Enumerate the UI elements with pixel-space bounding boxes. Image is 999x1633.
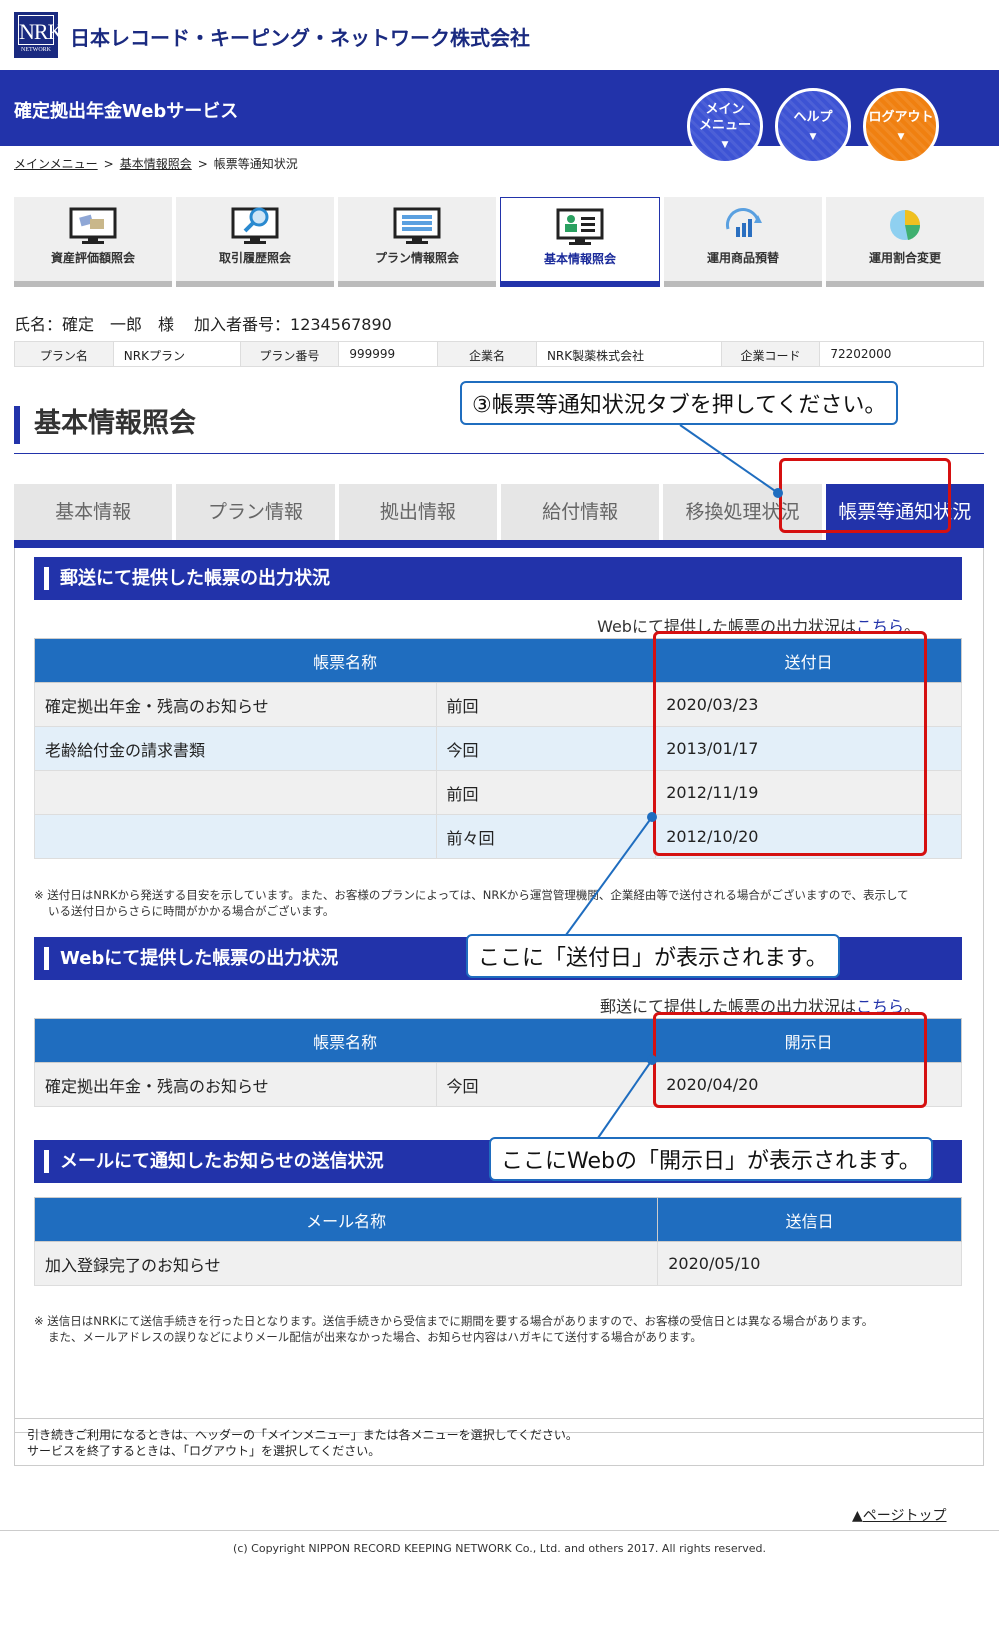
footer-notice: 引き続きご利用になるときは、ヘッダーの「メインメニュー」または各メニューを選択し…	[14, 1418, 984, 1466]
highlight-tab	[779, 458, 951, 533]
page-top-link[interactable]: ページトップ	[863, 1508, 947, 1524]
triangle-up-icon: ▲	[852, 1508, 863, 1524]
callout-dot	[647, 1055, 657, 1065]
footer-line: サービスを終了するときは、「ログアウト」を選択してください。	[27, 1444, 381, 1458]
footer-line: 引き続きご利用になるときは、ヘッダーの「メインメニュー」または各メニューを選択し…	[27, 1428, 578, 1442]
callout-tab-instruction: ③帳票等通知状況タブを押してください。	[460, 381, 899, 425]
callout-dot	[773, 488, 783, 498]
callout-sent-date: ここに「送付日」が表示されます。	[466, 934, 840, 978]
copyright: (c) Copyright NIPPON RECORD KEEPING NETW…	[233, 1542, 766, 1555]
callout-dot	[647, 812, 657, 822]
page-top-link-wrap: ▲ページトップ	[852, 1505, 947, 1525]
footer-divider	[0, 1530, 999, 1531]
highlight-sent-dates	[653, 631, 927, 856]
highlight-web-dates	[653, 1012, 927, 1108]
callout-web-date: ここにWebの「開示日」が表示されます。	[489, 1137, 933, 1181]
